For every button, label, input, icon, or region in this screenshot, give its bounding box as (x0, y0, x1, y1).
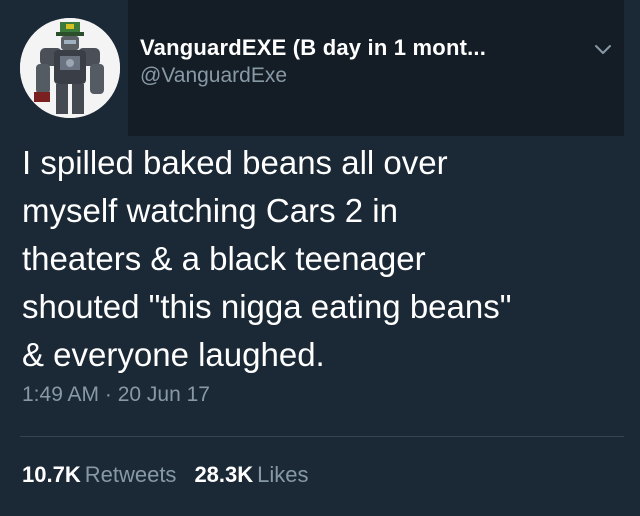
author-display-name[interactable]: VanguardEXE (B day in 1 mont... (140, 35, 486, 61)
tweet-card: VanguardEXE (B day in 1 mont... @Vanguar… (0, 0, 640, 516)
author-handle[interactable]: @VanguardExe (140, 64, 287, 88)
tweet-text-line: myself watching Cars 2 in (22, 192, 398, 229)
retweets-stat[interactable]: 10.7K Retweets (22, 462, 176, 487)
likes-count: 28.3K (194, 462, 254, 487)
avatar[interactable] (20, 18, 120, 118)
robot-avatar-icon (20, 18, 120, 118)
tweet-text-line: & everyone laughed. (22, 336, 325, 373)
likes-stat[interactable]: 28.3K Likes (194, 462, 308, 487)
tweet-text-line: theaters & a black teenager (22, 240, 426, 277)
divider (20, 436, 624, 437)
retweets-count: 10.7K (22, 462, 81, 487)
tweet-text: I spilled baked beans all over myself wa… (22, 139, 622, 379)
retweets-label: Retweets (84, 462, 177, 487)
tweet-stats: 10.7K Retweets 28.3K Likes (22, 462, 309, 488)
tweet-text-line: I spilled baked beans all over (22, 144, 448, 181)
chevron-down-icon[interactable] (592, 38, 614, 60)
tweet-text-line: shouted "this nigga eating beans" (22, 288, 512, 325)
tweet-timestamp[interactable]: 1:49 AM · 20 Jun 17 (22, 383, 210, 407)
likes-label: Likes (257, 462, 309, 487)
